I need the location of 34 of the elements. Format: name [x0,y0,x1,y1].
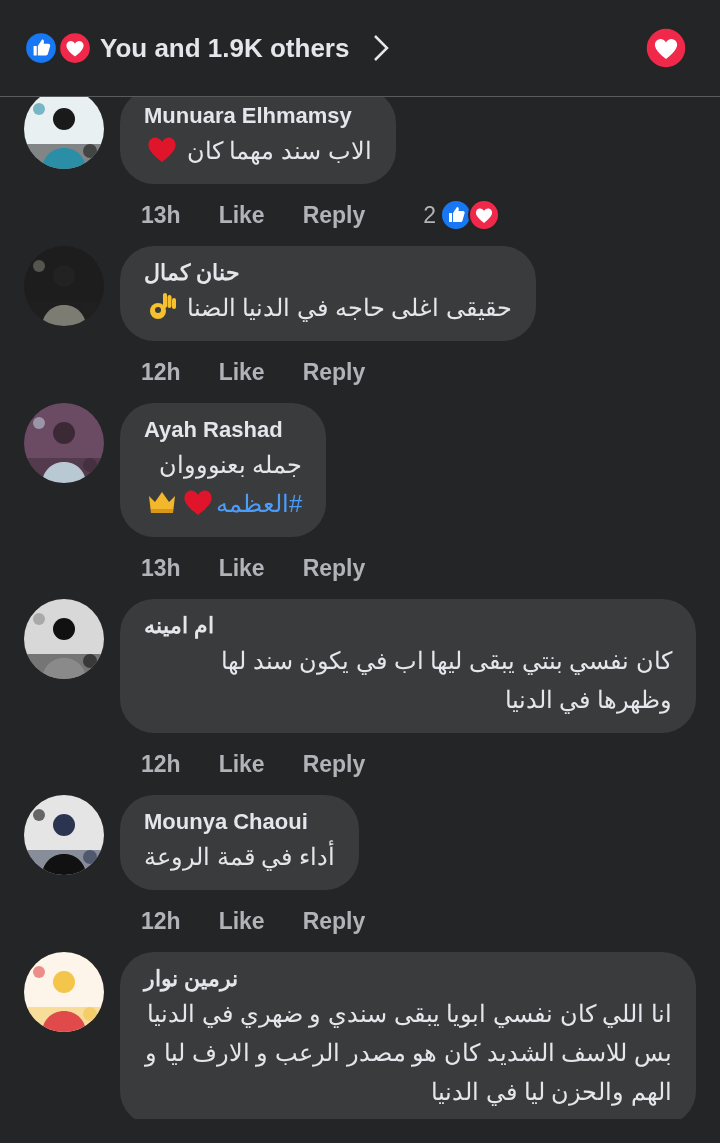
reply-link[interactable]: Reply [302,904,366,939]
comment-text: الاب سند مهما كان [186,137,372,164]
comment-time: 12h [141,750,181,779]
comment-time: 13h [141,201,181,230]
author-name[interactable]: Mounya Chaoui [144,807,335,837]
like-link[interactable]: Like [218,355,265,390]
reply-link[interactable]: Reply [302,747,366,782]
like-link[interactable]: Like [218,747,265,782]
author-name[interactable]: ام امينه [144,611,672,641]
like-link[interactable]: Like [218,198,265,233]
reply-link[interactable]: Reply [302,551,366,586]
like-reaction-icon [24,31,58,65]
author-name[interactable]: Munuara Elhmamsy [144,101,372,131]
comment-text: جمله بعنوووان [158,451,303,478]
love-reaction-icon [468,199,501,232]
comment-time: 12h [141,907,181,936]
comment-time: 13h [141,554,181,583]
reply-link[interactable]: Reply [302,198,366,233]
author-name[interactable]: Ayah Rashad [144,415,303,445]
like-link[interactable]: Like [218,904,265,939]
author-name[interactable]: نرمين نوار [144,964,672,994]
comment-time: 12h [141,358,181,387]
chevron-right-icon[interactable] [373,34,390,62]
hashtag-link[interactable]: #العظمه [216,490,303,517]
comment-text: حقيقى اغلى حاجه في الدنيا الضنا [186,294,512,321]
author-name[interactable]: حنان كمال [144,258,512,288]
reactions-summary[interactable]: You and 1.9K others [100,28,350,68]
comment-text: انا اللي كان نفسي ابويا يبقى سندي و ضهري في الدنيا بس للاسف الشديد كان هو مصدر الرعب و الارف ليا و الهم والحزن ليا في الدنيا [145,1000,672,1105]
love-reaction-button[interactable] [644,26,688,70]
reaction-count: 2 [423,201,437,230]
love-reaction-icon [58,31,92,65]
comment-text: كان نفسي بنتي يبقى ليها اب في يكون سند لها وظهرها في الدنيا [221,647,672,713]
like-link[interactable]: Like [218,551,265,586]
reply-link[interactable]: Reply [302,355,366,390]
